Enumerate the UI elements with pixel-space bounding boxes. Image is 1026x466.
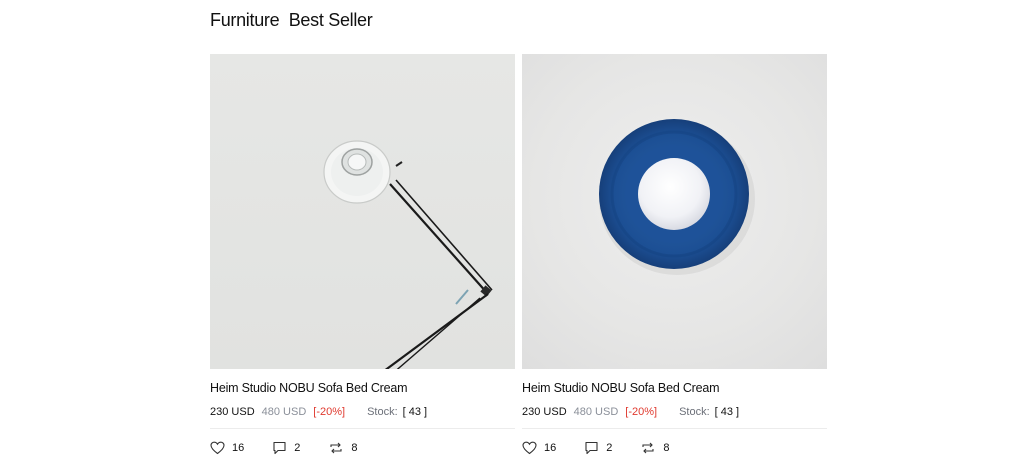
comment-button[interactable]: 2 xyxy=(272,441,300,455)
heart-icon xyxy=(210,441,225,455)
repost-count: 8 xyxy=(351,442,358,454)
product-image-wall-light[interactable] xyxy=(522,54,827,369)
like-count: 16 xyxy=(232,442,245,454)
comment-button[interactable]: 2 xyxy=(584,441,612,455)
old-price: 480 USD xyxy=(261,406,307,418)
page-title: Furniture Best Seller xyxy=(210,10,373,30)
stock-value: [ 43 ] xyxy=(714,406,740,418)
action-bar: 16 2 8 xyxy=(522,440,827,456)
wall-light-image xyxy=(599,119,755,275)
price-row: 230 USD 480 USD [-20%] Stock: [ 43 ] xyxy=(522,405,827,419)
product-image-desk-lamp[interactable] xyxy=(210,54,515,369)
action-bar: 16 2 8 xyxy=(210,440,515,456)
stock-label: Stock: xyxy=(679,406,710,418)
product-card[interactable]: Heim Studio NOBU Sofa Bed Cream 230 USD … xyxy=(210,54,515,456)
discount-badge: [-20%] xyxy=(625,406,658,418)
product-card[interactable]: Heim Studio NOBU Sofa Bed Cream 230 USD … xyxy=(522,54,827,456)
comment-icon xyxy=(273,441,286,455)
repost-button[interactable]: 8 xyxy=(640,441,670,455)
like-button[interactable]: 16 xyxy=(210,441,244,455)
divider xyxy=(210,428,515,429)
product-name[interactable]: Heim Studio NOBU Sofa Bed Cream xyxy=(522,381,827,397)
like-button[interactable]: 16 xyxy=(522,441,556,455)
stock-value: [ 43 ] xyxy=(402,406,428,418)
repost-button[interactable]: 8 xyxy=(328,441,358,455)
price: 230 USD xyxy=(210,406,255,418)
repost-icon xyxy=(330,442,342,454)
discount-badge: [-20%] xyxy=(313,406,346,418)
comment-count: 2 xyxy=(294,442,301,454)
price-row: 230 USD 480 USD [-20%] Stock: [ 43 ] xyxy=(210,405,515,419)
like-count: 16 xyxy=(544,442,557,454)
repost-icon xyxy=(642,442,654,454)
divider xyxy=(522,428,827,429)
stock-label: Stock: xyxy=(367,406,398,418)
heart-icon xyxy=(522,441,537,455)
product-name[interactable]: Heim Studio NOBU Sofa Bed Cream xyxy=(210,381,515,397)
comment-count: 2 xyxy=(606,442,613,454)
desk-lamp-image xyxy=(323,140,493,369)
price: 230 USD xyxy=(522,406,567,418)
comment-icon xyxy=(585,441,598,455)
old-price: 480 USD xyxy=(573,406,619,418)
repost-count: 8 xyxy=(663,442,670,454)
